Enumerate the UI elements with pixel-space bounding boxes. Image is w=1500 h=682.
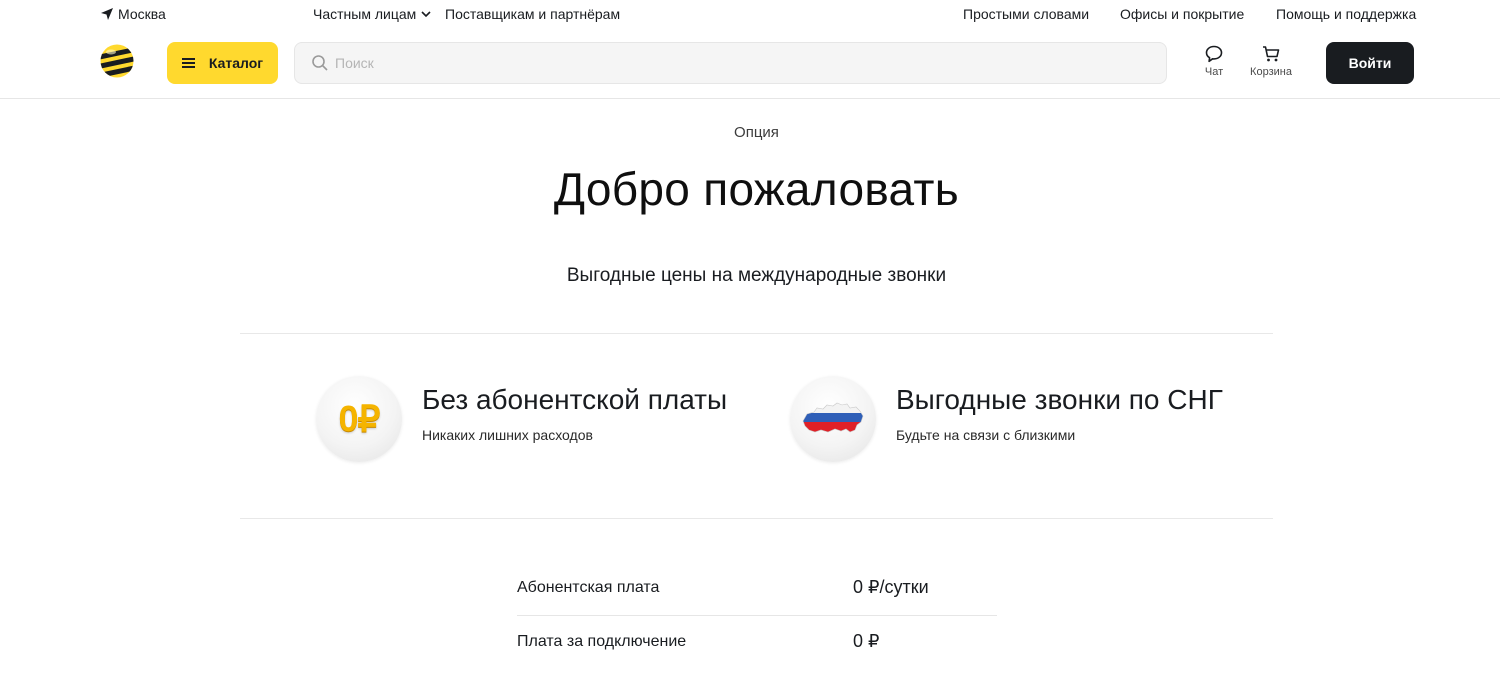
option-eyebrow: Опция (734, 124, 779, 141)
city-label: Москва (118, 6, 166, 22)
nav-private-persons[interactable]: Частным лицам (313, 6, 432, 22)
catalog-button[interactable]: Каталог (167, 42, 278, 84)
nav-help-support[interactable]: Помощь и поддержка (1276, 6, 1416, 22)
price-row-connection: Плата за подключение 0 ₽ (517, 616, 997, 672)
location-arrow-icon (101, 8, 113, 20)
search-bar[interactable] (294, 42, 1167, 84)
price-label: Абонентская плата (517, 579, 660, 596)
price-row-subscription: Абонентская плата 0 ₽/сутки (517, 560, 997, 616)
page-subtitle: Выгодные цены на международные звонки (566, 265, 947, 286)
page-title: Добро пожаловать (553, 163, 960, 215)
login-button[interactable]: Войти (1326, 42, 1414, 84)
main-header: Каталог Чат Корзина Войти (0, 28, 1500, 99)
feature-title: Выгодные звонки по СНГ (896, 384, 1223, 415)
divider (240, 518, 1273, 519)
feature-description: Будьте на связи с близкими (896, 427, 1076, 443)
nav-simple-words[interactable]: Простыми словами (963, 6, 1089, 22)
nav-private-label: Частным лицам (313, 6, 417, 22)
chat-label: Чат (1204, 66, 1224, 78)
feature-description: Никаких лишних расходов (422, 427, 593, 443)
top-utility-bar: Москва Частным лицам Поставщикам и партн… (0, 0, 1500, 28)
nav-partners[interactable]: Поставщикам и партнёрам (445, 6, 620, 22)
price-value: 0 ₽/сутки (853, 577, 929, 597)
search-icon (312, 55, 328, 71)
feature-no-fee: 0₽ Без абонентской платы Никаких лишних … (316, 376, 756, 462)
price-value: 0 ₽ (853, 631, 880, 651)
russia-flag-map (802, 402, 864, 433)
nav-offices-coverage[interactable]: Офисы и покрытие (1120, 6, 1244, 22)
menu-icon (181, 58, 195, 68)
beeline-logo-icon[interactable] (100, 44, 134, 78)
city-selector[interactable]: Москва (100, 6, 166, 22)
price-label: Плата за подключение (517, 633, 687, 650)
chat-button[interactable]: Чат (1200, 44, 1228, 78)
feature-title: Без абонентской платы (422, 384, 728, 415)
zero-ruble-text: 0₽ (338, 398, 381, 439)
cart-button[interactable]: Корзина (1246, 44, 1296, 78)
zero-ruble-coin-icon: 0₽ (316, 376, 402, 462)
catalog-label: Каталог (208, 55, 264, 71)
russia-map-icon (790, 376, 876, 462)
cart-icon (1263, 46, 1280, 62)
divider (240, 333, 1273, 334)
chat-bubble-icon (1205, 45, 1223, 63)
price-table: Абонентская плата 0 ₽/сутки Плата за под… (517, 560, 997, 672)
chevron-down-icon (421, 11, 431, 18)
cart-label: Корзина (1250, 66, 1292, 78)
feature-cis-calls: Выгодные звонки по СНГ Будьте на связи с… (790, 376, 1250, 462)
search-input[interactable] (335, 55, 1135, 71)
